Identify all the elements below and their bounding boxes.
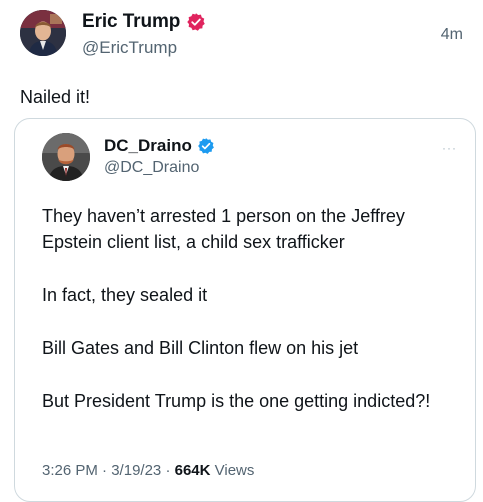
post-date[interactable]: 3/19/23 (111, 462, 161, 479)
post-time[interactable]: 3:26 PM (42, 462, 98, 479)
post-meta: 3:26 PM · 3/19/23 · 664K Views (42, 462, 254, 479)
quoted-handle[interactable]: @DC_Draino (104, 159, 199, 177)
display-name[interactable]: Eric Trump (82, 11, 180, 33)
timestamp[interactable]: 4m (441, 26, 463, 44)
verified-badge-icon (197, 138, 214, 154)
views-label: Views (214, 462, 255, 479)
quoted-paragraph: They haven’t arrested 1 person on the Je… (42, 206, 405, 252)
profile-photo-icon (20, 10, 66, 56)
quoted-post-card[interactable]: DC_Draino @DC_Draino ··· They haven’t ar… (14, 118, 476, 502)
handle[interactable]: @EricTrump (82, 38, 177, 58)
quoted-paragraph: But President Trump is the one getting i… (42, 391, 431, 411)
quoted-paragraph: Bill Gates and Bill Clinton flew on his … (42, 338, 359, 358)
verified-badge-icon (187, 13, 205, 31)
post-text: Nailed it! (20, 87, 91, 107)
quoted-name-row: DC_Draino (104, 136, 215, 156)
profile-photo-icon (42, 133, 90, 181)
avatar[interactable] (20, 10, 66, 56)
quoted-avatar[interactable] (42, 133, 90, 181)
outer-name-row: Eric Trump (82, 11, 206, 33)
meta-separator: · (102, 462, 108, 479)
quoted-display-name[interactable]: DC_Draino (104, 136, 192, 156)
views-count[interactable]: 664K (175, 462, 211, 479)
quoted-paragraph: In fact, they sealed it (42, 285, 208, 305)
more-options-icon[interactable]: ··· (442, 141, 457, 155)
meta-separator: · (165, 462, 171, 479)
quoted-post-text: They haven’t arrested 1 person on the Je… (42, 203, 457, 441)
